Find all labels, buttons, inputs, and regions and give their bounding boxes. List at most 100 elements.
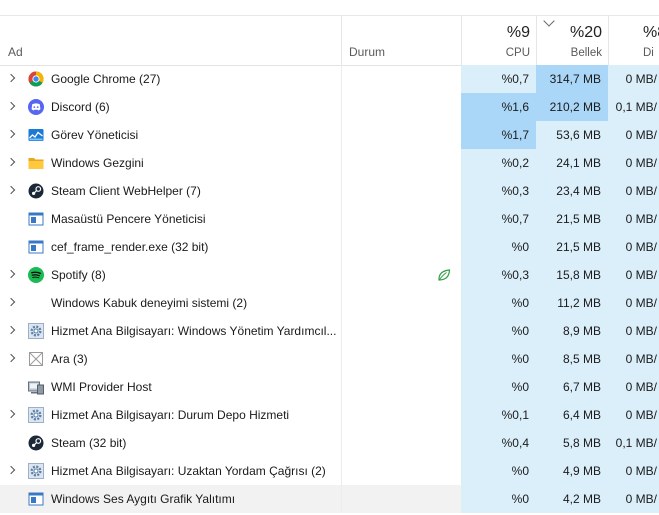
sort-chevron-down-icon <box>543 15 555 27</box>
process-row[interactable]: Ara (3) %0 8,5 MB 0 MB/ <box>0 345 659 373</box>
process-disk: 0 MB/ <box>608 233 659 261</box>
window-app-icon <box>28 211 44 227</box>
process-disk: 0 MB/ <box>608 485 659 513</box>
process-cpu: %0,2 <box>461 149 536 177</box>
process-name: Masaüstü Pencere Yöneticisi <box>51 212 206 226</box>
expand-chevron-icon[interactable] <box>6 157 16 167</box>
process-cpu: %0 <box>461 373 536 401</box>
process-memory: 23,4 MB <box>536 177 608 205</box>
process-cpu: %0,7 <box>461 205 536 233</box>
process-status <box>341 485 461 513</box>
process-disk: 0 MB/ <box>608 317 659 345</box>
process-memory: 53,6 MB <box>536 121 608 149</box>
process-row[interactable]: cef_frame_render.exe (32 bit) %0 21,5 MB 0 … <box>0 233 659 261</box>
column-header-disk[interactable]: %8 Di <box>608 15 659 65</box>
expand-chevron-icon[interactable] <box>6 297 16 307</box>
process-cpu: %0,3 <box>461 261 536 289</box>
service-gear-icon <box>28 323 44 339</box>
expand-chevron-icon[interactable] <box>6 101 16 111</box>
process-name: Google Chrome (27) <box>51 72 161 86</box>
column-header-name[interactable]: Ad <box>0 15 341 65</box>
process-cpu: %0 <box>461 457 536 485</box>
process-row[interactable]: Spotify (8) %0,3 15,8 MB 0 MB/ <box>0 261 659 289</box>
process-row[interactable]: Masaüstü Pencere Yöneticisi %0,7 21,5 MB 0 … <box>0 205 659 233</box>
process-row[interactable]: WMI Provider Host %0 6,7 MB 0 MB/ <box>0 373 659 401</box>
process-memory: 8,9 MB <box>536 317 608 345</box>
eco-leaf-icon <box>437 268 451 282</box>
expand-chevron-icon[interactable] <box>6 269 16 279</box>
process-status <box>341 177 461 205</box>
process-cpu: %1,7 <box>461 121 536 149</box>
process-row[interactable]: Windows Gezgini %0,2 24,1 MB 0 MB/ <box>0 149 659 177</box>
process-status <box>341 289 461 317</box>
process-memory: 210,2 MB <box>536 93 608 121</box>
disk-total-percent: %8 <box>643 24 659 41</box>
task-manager-icon <box>28 127 44 143</box>
process-row[interactable]: Görev Yöneticisi %1,7 53,6 MB 0 MB/ <box>0 121 659 149</box>
process-memory: 314,7 MB <box>536 65 608 93</box>
cpu-label: CPU <box>505 47 530 59</box>
process-status <box>341 121 461 149</box>
memory-total-percent: %20 <box>569 24 602 41</box>
steam-icon <box>28 183 44 199</box>
expand-chevron-icon[interactable] <box>6 129 16 139</box>
process-cpu: %0 <box>461 233 536 261</box>
process-disk: 0 MB/ <box>608 457 659 485</box>
process-row[interactable]: Windows Kabuk deneyimi sistemi (2) %0 11,2… <box>0 289 659 317</box>
search-placeholder-icon <box>28 351 44 367</box>
process-row[interactable]: Hizmet Ana Bilgisayarı: Uzaktan Yordam Ç… <box>0 457 659 485</box>
process-status <box>341 401 461 429</box>
process-status <box>341 149 461 177</box>
process-memory: 21,5 MB <box>536 205 608 233</box>
expand-chevron-icon[interactable] <box>6 465 16 475</box>
process-status <box>341 457 461 485</box>
process-row[interactable]: Steam Client WebHelper (7) %0,3 23,4 MB 0 M… <box>0 177 659 205</box>
process-name: Discord (6) <box>51 100 110 114</box>
process-cpu: %0,3 <box>461 177 536 205</box>
wmi-icon <box>28 379 44 395</box>
process-cpu: %1,6 <box>461 93 536 121</box>
process-name: Hizmet Ana Bilgisayarı: Windows Yönetim … <box>51 324 337 338</box>
process-name: Steam (32 bit) <box>51 436 127 450</box>
steam-icon <box>28 435 44 451</box>
process-row[interactable]: Google Chrome (27) %0,7 314,7 MB 0 MB/ <box>0 65 659 93</box>
process-name: cef_frame_render.exe (32 bit) <box>51 240 209 254</box>
process-status <box>341 93 461 121</box>
process-row[interactable]: Windows Ses Aygıtı Grafik Yalıtımı %0 4,2 … <box>0 485 659 513</box>
process-disk: 0 MB/ <box>608 149 659 177</box>
expand-chevron-icon[interactable] <box>6 325 16 335</box>
process-disk: 0 MB/ <box>608 345 659 373</box>
window-app-icon <box>28 491 44 507</box>
expand-chevron-icon[interactable] <box>6 353 16 363</box>
folder-icon <box>28 155 44 171</box>
process-row[interactable]: Hizmet Ana Bilgisayarı: Windows Yönetim … <box>0 317 659 345</box>
process-row[interactable]: Discord (6) %1,6 210,2 MB 0,1 MB/ <box>0 93 659 121</box>
expand-chevron-icon[interactable] <box>6 73 16 83</box>
process-memory: 24,1 MB <box>536 149 608 177</box>
window-app-icon <box>28 239 44 255</box>
cpu-total-percent: %9 <box>506 24 530 41</box>
process-disk: 0,1 MB/ <box>608 93 659 121</box>
column-header-memory[interactable]: %20 Bellek <box>536 15 608 65</box>
process-row[interactable]: Hizmet Ana Bilgisayarı: Durum Depo Hizme… <box>0 401 659 429</box>
process-memory: 6,4 MB <box>536 401 608 429</box>
process-memory: 21,5 MB <box>536 233 608 261</box>
process-name: Görev Yöneticisi <box>51 128 139 142</box>
chrome-icon <box>28 71 44 87</box>
memory-label: Bellek <box>570 47 602 59</box>
process-disk: 0,1 MB/ <box>608 429 659 457</box>
expand-chevron-icon[interactable] <box>6 409 16 419</box>
column-header-status[interactable]: Durum <box>341 15 461 65</box>
process-cpu: %0,7 <box>461 65 536 93</box>
column-header-cpu[interactable]: %9 CPU <box>461 15 536 65</box>
process-memory: 6,7 MB <box>536 373 608 401</box>
process-status <box>341 317 461 345</box>
top-strip <box>0 0 659 16</box>
process-row[interactable]: Steam (32 bit) %0,4 5,8 MB 0,1 MB/ <box>0 429 659 457</box>
process-memory: 4,2 MB <box>536 485 608 513</box>
process-disk: 0 MB/ <box>608 373 659 401</box>
process-name: Ara (3) <box>51 352 88 366</box>
expand-chevron-icon[interactable] <box>6 185 16 195</box>
column-name-label: Ad <box>8 45 23 59</box>
column-status-label: Durum <box>349 45 386 59</box>
